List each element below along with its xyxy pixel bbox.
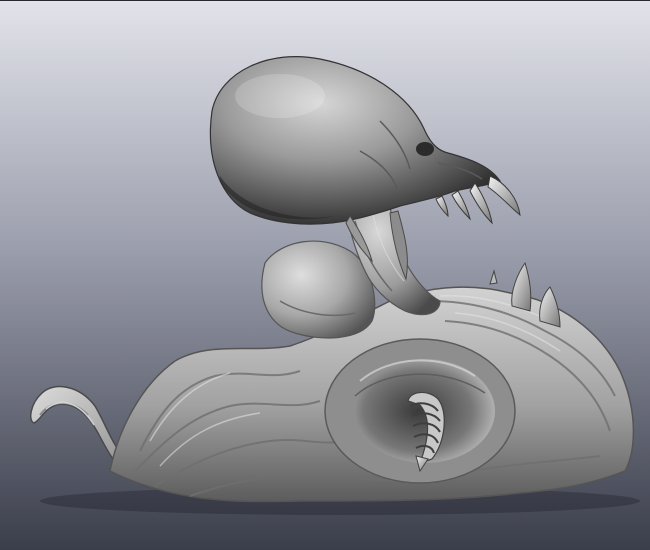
body-cavity (324, 338, 516, 484)
sculpt-viewport[interactable] (0, 0, 650, 550)
sculpt-canvas[interactable] (0, 1, 650, 550)
eye-socket (416, 142, 434, 156)
